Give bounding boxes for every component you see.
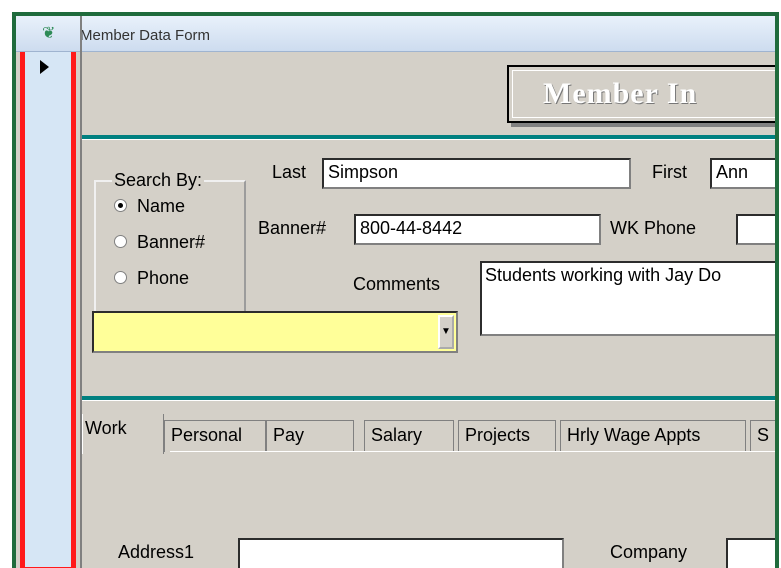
comments-field[interactable]: Students working with Jay Do (480, 261, 775, 336)
comments-label: Comments (353, 274, 441, 294)
current-record-arrow-icon (40, 60, 49, 74)
address1-field[interactable] (238, 538, 564, 568)
wk-phone-field[interactable] (736, 214, 775, 245)
tab-personal[interactable]: Personal (164, 420, 266, 452)
radio-name[interactable]: Name (114, 196, 185, 217)
banner-number-field[interactable]: 800-44-8442 (354, 214, 601, 245)
dropdown-arrow-icon[interactable]: ▼ (438, 315, 454, 349)
form-title: Member In (543, 77, 698, 110)
current-record-selector[interactable] (20, 52, 76, 80)
tab-baseline (170, 451, 775, 452)
bottom-divider (82, 396, 775, 401)
banner-label: Banner# (258, 218, 327, 238)
app-window: ❦ Member Data Form Member In Search By: … (12, 12, 779, 568)
company-field[interactable] (726, 538, 775, 568)
top-divider (82, 135, 775, 140)
radio-banner[interactable]: Banner# (114, 232, 205, 253)
wk-phone-label: WK Phone (610, 218, 697, 238)
radio-button[interactable] (114, 235, 127, 248)
first-label: First (652, 162, 687, 182)
first-name-field[interactable]: Ann (710, 158, 775, 189)
title-bar: ❦ Member Data Form (16, 16, 775, 52)
radio-button[interactable] (114, 271, 127, 284)
tab-s[interactable]: S (750, 420, 775, 452)
search-combo-box[interactable]: ▼ (92, 311, 458, 353)
tab-strip: Work Personal Pay Salary Projects Hrly W… (82, 414, 775, 454)
tab-pay[interactable]: Pay (266, 420, 354, 452)
form-body: Member In Search By: Name Banner# Phone … (16, 52, 775, 568)
header-banner: Member In (507, 65, 775, 123)
tab-projects[interactable]: Projects (458, 420, 556, 452)
last-name-field[interactable]: Simpson (322, 158, 631, 189)
radio-phone[interactable]: Phone (114, 268, 189, 289)
radio-button-checked[interactable] (114, 199, 127, 212)
last-label: Last (272, 162, 307, 182)
tab-salary[interactable]: Salary (364, 420, 454, 452)
search-by-group: Search By: Name Banner# Phone (94, 170, 246, 315)
search-by-label: Search By: (112, 170, 205, 191)
company-label: Company (610, 542, 688, 562)
tab-hrly-wage-appts[interactable]: Hrly Wage Appts (560, 420, 746, 452)
record-selector-panel[interactable] (20, 52, 76, 568)
tab-work[interactable]: Work (82, 414, 164, 454)
address1-label: Address1 (118, 542, 195, 562)
record-selector-column (16, 16, 82, 568)
window-title: Member Data Form (80, 27, 211, 44)
